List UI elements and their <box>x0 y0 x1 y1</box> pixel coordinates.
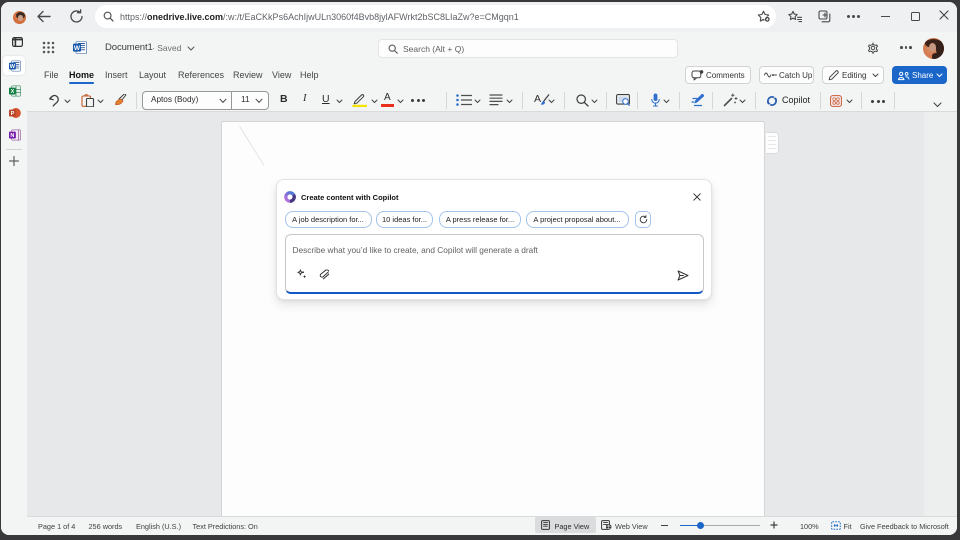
svg-text:W: W <box>74 45 81 52</box>
svg-text:X: X <box>10 89 14 95</box>
svg-text:N: N <box>10 133 14 139</box>
svg-text:W: W <box>9 64 15 70</box>
svg-text:P: P <box>10 111 14 117</box>
